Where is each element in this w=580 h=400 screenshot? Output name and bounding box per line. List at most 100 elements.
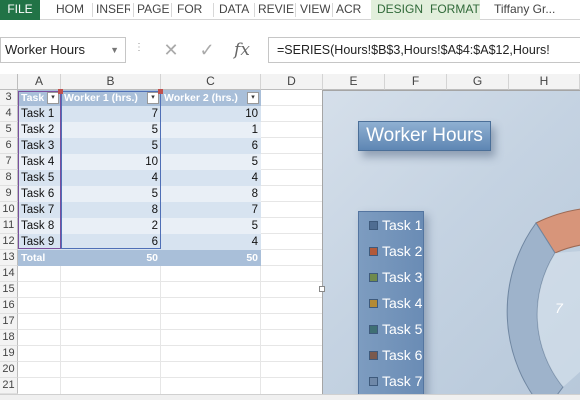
column-header-g[interactable]: G: [447, 74, 509, 90]
row-header[interactable]: 20: [0, 362, 18, 378]
table-cell[interactable]: 6: [161, 138, 261, 154]
row-header[interactable]: 8: [0, 170, 18, 186]
row-header[interactable]: 9: [0, 186, 18, 202]
gridline: [18, 377, 322, 378]
gridline: [261, 249, 322, 250]
row-header[interactable]: 5: [0, 122, 18, 138]
row-header[interactable]: 12: [0, 234, 18, 250]
tab-separator: [133, 3, 134, 17]
grip-dots-icon: ⋮: [134, 42, 144, 53]
gridline: [18, 297, 322, 298]
select-all-corner[interactable]: [0, 74, 18, 90]
slice-data-label[interactable]: 7: [555, 300, 564, 316]
tab-separator: [295, 3, 296, 17]
row-header[interactable]: 4: [0, 106, 18, 122]
ribbon-tabs: FILE HOM INSER PAGE FOR DATA REVIE VIEW …: [0, 0, 580, 20]
column-header-b[interactable]: B: [61, 74, 161, 90]
user-account[interactable]: Tiffany Gr...: [494, 0, 580, 20]
values-range-highlight: [61, 91, 161, 249]
row-header[interactable]: 10: [0, 202, 18, 218]
gridline: [261, 185, 322, 186]
table-header-worker2[interactable]: Worker 2 (hrs.): [161, 90, 261, 106]
table-cell[interactable]: 10: [161, 106, 261, 122]
table-cell[interactable]: 5: [161, 154, 261, 170]
table-cell[interactable]: 5: [161, 218, 261, 234]
row-header[interactable]: 7: [0, 154, 18, 170]
tab-page-layout[interactable]: PAGE: [137, 0, 169, 20]
chart-area[interactable]: Worker Hours Task 1 Task 2 Task 3 Task 4…: [322, 90, 580, 400]
tab-separator: [213, 3, 214, 17]
tab-view[interactable]: VIEW: [300, 0, 330, 20]
gridline: [261, 153, 322, 154]
table-cell[interactable]: 8: [161, 186, 261, 202]
range-handle[interactable]: [58, 89, 63, 94]
tab-file[interactable]: FILE: [0, 0, 40, 20]
doughnut-chart[interactable]: 7: [323, 91, 580, 400]
row-header[interactable]: 16: [0, 298, 18, 314]
tab-home[interactable]: HOM: [56, 0, 88, 20]
tab-design[interactable]: DESIGN: [371, 0, 424, 20]
table-total-cell[interactable]: 50: [161, 250, 261, 266]
column-header-a[interactable]: A: [18, 74, 61, 90]
table-cell[interactable]: 4: [161, 170, 261, 186]
row-header[interactable]: 21: [0, 378, 18, 394]
row-header[interactable]: 18: [0, 330, 18, 346]
name-box-value: Worker Hours: [5, 42, 85, 57]
table-total-cell[interactable]: 50: [61, 250, 161, 266]
gridline: [18, 329, 322, 330]
row-header[interactable]: 13: [0, 250, 18, 266]
gridline: [261, 265, 322, 266]
column-header-e[interactable]: E: [323, 74, 385, 90]
gridline: [18, 361, 322, 362]
gridline: [261, 105, 322, 106]
column-header-f[interactable]: F: [385, 74, 447, 90]
cancel-button[interactable]: ✕: [158, 38, 184, 62]
insert-function-button[interactable]: fx: [228, 38, 256, 62]
formula-bar: Worker Hours ▼ ⋮ ✕ ✓ fx =SERIES(Hours!$B…: [0, 34, 580, 66]
chart-resize-handle[interactable]: [319, 286, 325, 292]
table-cell[interactable]: 1: [161, 122, 261, 138]
tab-separator: [92, 3, 93, 17]
tab-acrobat[interactable]: ACR: [336, 0, 366, 20]
header-label: Worker 2 (hrs.): [164, 92, 238, 104]
row-header[interactable]: 3: [0, 90, 18, 106]
filter-dropdown-icon[interactable]: ▾: [247, 92, 259, 104]
gridline: [261, 217, 322, 218]
gridline: [261, 121, 322, 122]
tab-separator: [332, 3, 333, 17]
tab-insert[interactable]: INSER: [96, 0, 130, 20]
table-total-label[interactable]: Total: [18, 250, 61, 266]
tab-formulas[interactable]: FOR: [177, 0, 207, 20]
row-header[interactable]: 17: [0, 314, 18, 330]
excel-window: FILE HOM INSER PAGE FOR DATA REVIE VIEW …: [0, 0, 580, 400]
row-header[interactable]: 19: [0, 346, 18, 362]
gridline: [160, 266, 161, 394]
gridline: [261, 137, 322, 138]
tab-separator: [171, 3, 172, 17]
column-header-c[interactable]: C: [161, 74, 261, 90]
tab-review[interactable]: REVIE: [258, 0, 294, 20]
sheet-tab-bar: [0, 394, 580, 400]
tab-separator: [254, 3, 255, 17]
gridline: [18, 313, 322, 314]
table-cell[interactable]: 7: [161, 202, 261, 218]
tab-data[interactable]: DATA: [219, 0, 251, 20]
name-box[interactable]: Worker Hours ▼: [0, 37, 126, 63]
tab-format[interactable]: FORMAT: [424, 0, 480, 20]
row-header[interactable]: 11: [0, 218, 18, 234]
range-handle[interactable]: [158, 89, 163, 94]
gridline: [261, 233, 322, 234]
formula-input[interactable]: =SERIES(Hours!$B$3,Hours!$A$4:$A$12,Hour…: [268, 37, 580, 63]
row-header[interactable]: 15: [0, 282, 18, 298]
column-header-h[interactable]: H: [509, 74, 580, 90]
row-header[interactable]: 14: [0, 266, 18, 282]
gridline: [261, 169, 322, 170]
gridline: [18, 345, 322, 346]
row-header[interactable]: 6: [0, 138, 18, 154]
gridline: [18, 281, 322, 282]
enter-button[interactable]: ✓: [194, 38, 220, 62]
column-header-d[interactable]: D: [261, 74, 323, 90]
chevron-down-icon[interactable]: ▼: [110, 38, 119, 62]
gridline: [261, 201, 322, 202]
table-cell[interactable]: 4: [161, 234, 261, 250]
